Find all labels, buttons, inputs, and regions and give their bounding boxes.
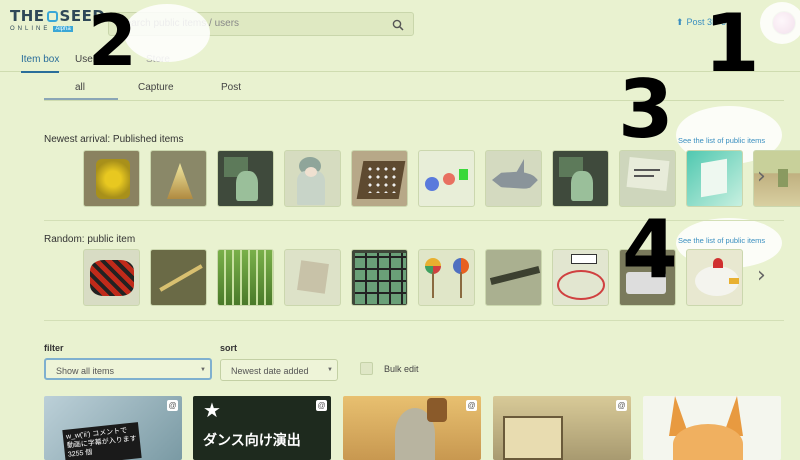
item-thumbnail[interactable] [83, 150, 140, 207]
card-caption: w_w('ii') コメントで 動画に字幕が入ります 3255 個 [62, 422, 142, 460]
item-thumbnail[interactable] [686, 150, 743, 207]
filter-value: Show all items [56, 366, 115, 376]
sort-label: sort [220, 343, 238, 353]
logo-subtitle: ONLINE Alpha [10, 26, 73, 32]
item-thumbnail[interactable] [619, 150, 676, 207]
attachment-icon: @ [316, 400, 327, 411]
site-logo[interactable]: THE SEED ONLINE Alpha [10, 7, 106, 42]
item-thumbnail[interactable] [418, 249, 475, 306]
sort-select[interactable]: Newest date added ▼ [220, 359, 338, 381]
item-thumbnail[interactable] [552, 249, 609, 306]
logo-wordmark: THE SEED [10, 7, 106, 25]
chevron-right-icon[interactable]: › [757, 263, 766, 288]
item-thumbnail[interactable] [351, 150, 408, 207]
item-thumbnail[interactable] [150, 150, 207, 207]
card-caption: ダンス向け演出 [203, 432, 301, 448]
newest-section-title: Newest arrival: Published items [44, 134, 184, 145]
chevron-right-icon[interactable]: › [757, 164, 766, 189]
attachment-icon: @ [466, 400, 477, 411]
upload-icon: ⬆ [676, 17, 684, 27]
item-card[interactable]: @ [343, 396, 481, 460]
item-card[interactable]: @ [493, 396, 631, 460]
item-thumbnail[interactable] [83, 249, 140, 306]
item-thumbnail[interactable] [552, 150, 609, 207]
filter-select[interactable]: Show all items ▼ [44, 358, 212, 380]
item-card[interactable]: ★ ダンス向け演出 @ [193, 396, 331, 460]
item-card[interactable] [643, 396, 781, 460]
subtab-all[interactable]: all [75, 82, 85, 93]
item-thumbnail[interactable] [284, 150, 341, 207]
search-icon[interactable] [392, 19, 404, 31]
annotation-number: 2 [88, 0, 137, 82]
item-thumbnail[interactable] [284, 249, 341, 306]
section-divider [44, 320, 784, 321]
annotation-number: 1 [704, 0, 760, 90]
item-thumbnail[interactable] [418, 150, 475, 207]
attachment-icon: @ [167, 400, 178, 411]
attachment-icon: @ [616, 400, 627, 411]
item-thumbnail[interactable] [485, 150, 542, 207]
item-thumbnail[interactable] [485, 249, 542, 306]
chevron-down-icon: ▼ [327, 367, 333, 373]
item-thumbnail[interactable] [217, 150, 274, 207]
subtab-active-indicator [44, 98, 118, 100]
item-thumbnail[interactable] [217, 249, 274, 306]
item-thumbnail[interactable] [351, 249, 408, 306]
item-card[interactable]: w_w('ii') コメントで 動画に字幕が入ります 3255 個 @ [44, 396, 182, 460]
annotation-blur [760, 2, 800, 44]
star-icon: ★ [203, 398, 221, 422]
annotation-blur [124, 4, 210, 62]
chevron-down-icon: ▼ [200, 367, 206, 373]
item-thumbnail[interactable] [150, 249, 207, 306]
filter-label: filter [44, 343, 64, 353]
bulk-edit-checkbox[interactable] [360, 362, 373, 375]
hex-icon [46, 11, 58, 22]
random-section-title: Random: public item [44, 234, 136, 245]
alpha-badge: Alpha [53, 26, 73, 32]
sort-value: Newest date added [231, 366, 309, 376]
tab-item-box[interactable]: Item box [21, 54, 60, 73]
item-thumbnail[interactable] [686, 249, 743, 306]
annotation-number: 3 [618, 63, 674, 156]
see-list-link[interactable]: See the list of public items [678, 236, 765, 245]
annotation-number: 4 [622, 203, 678, 296]
bulk-edit-label: Bulk edit [384, 364, 419, 374]
see-list-link[interactable]: See the list of public items [678, 136, 765, 145]
subtab-capture[interactable]: Capture [138, 82, 174, 93]
subtab-post[interactable]: Post [221, 82, 241, 93]
